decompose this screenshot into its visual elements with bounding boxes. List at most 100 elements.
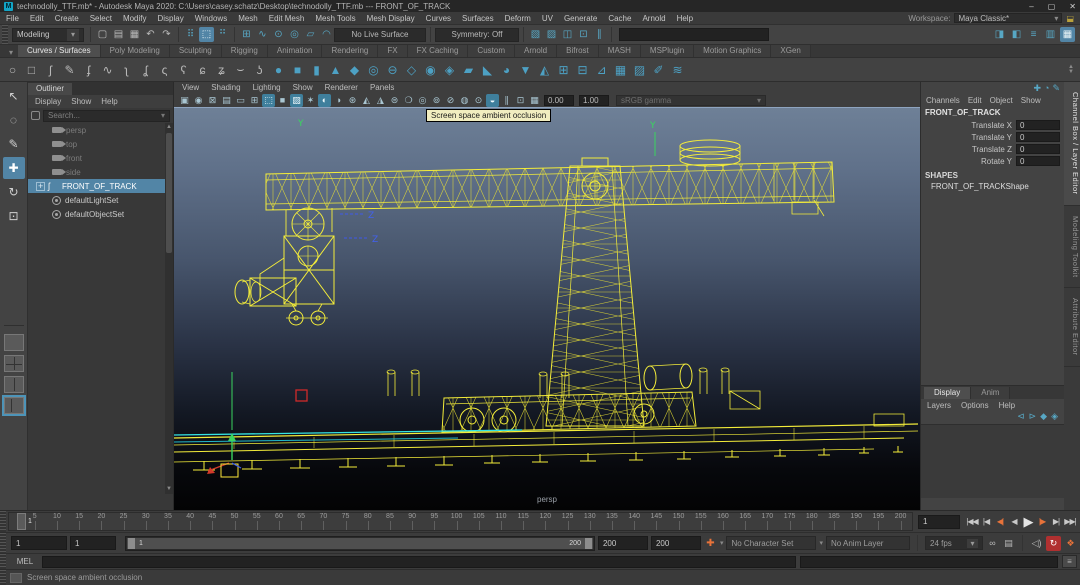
show-channel-box-icon[interactable]: ▦ (1060, 27, 1075, 42)
multisample-aa-icon[interactable]: ⊙ (472, 94, 485, 107)
shaded-icon[interactable]: ■ (276, 94, 289, 107)
range-end-handle[interactable] (585, 538, 592, 549)
gamma-icon[interactable]: ◍ (458, 94, 471, 107)
layers-menu-help[interactable]: Help (999, 401, 1015, 410)
attribute-value-field[interactable]: 0 (1016, 156, 1060, 166)
shelf-tab-rendering[interactable]: Rendering (322, 45, 378, 57)
fit-view-icon[interactable]: ▣ (178, 94, 191, 107)
untrim-icon[interactable]: ✐ (650, 61, 667, 79)
select-camera-icon[interactable]: ◉ (192, 94, 205, 107)
outliner-item-defaultobjectset[interactable]: defaultObjectSet (28, 207, 173, 221)
shelf-tab-curves-surfaces[interactable]: Curves / Surfaces (18, 45, 101, 57)
two-pane-layout[interactable] (4, 376, 24, 393)
auto-keyframe-icon[interactable]: ↻ (1046, 536, 1061, 551)
ep-curve-icon[interactable]: ʄ (80, 61, 97, 79)
show-manipulators-icon[interactable]: ✚ (1033, 83, 1041, 94)
bevel-plus-icon[interactable]: ▼ (517, 61, 534, 79)
viewport-renderer-icon[interactable]: ▦ (528, 94, 541, 107)
command-input[interactable] (42, 556, 796, 568)
pause-viewport-icon[interactable]: ∥ (592, 27, 607, 42)
menu-uv[interactable]: UV (542, 14, 553, 23)
set-key-icon[interactable]: ✚ (704, 538, 717, 549)
anim-layer-selector[interactable]: No Anim Layer (826, 536, 910, 550)
redo-icon[interactable]: ↷ (159, 27, 174, 42)
outliner-item-front[interactable]: front (28, 151, 173, 165)
playback-loop-icon[interactable]: ∞ (986, 538, 999, 548)
open-scene-icon[interactable]: ▤ (111, 27, 126, 42)
image-plane-icon[interactable]: ⊞ (248, 94, 261, 107)
symmetry-field[interactable]: Symmetry: Off (435, 28, 519, 42)
menu-deform[interactable]: Deform (505, 14, 531, 23)
open-render-view-icon[interactable]: ▧ (528, 27, 543, 42)
shelf-tab-animation[interactable]: Animation (268, 45, 323, 57)
fps-selector[interactable]: 24 fps ▾ (925, 536, 983, 550)
frame-ruler[interactable]: 1 51015202530354045505560657075808590951… (8, 512, 913, 531)
scrollbar-thumb[interactable] (166, 133, 172, 253)
menu-file[interactable]: File (6, 14, 19, 23)
range-bar[interactable]: 1 200 (125, 536, 595, 551)
menu-arnold[interactable]: Arnold (642, 14, 665, 23)
four-pane-layout[interactable] (4, 355, 24, 372)
gate-mask-icon[interactable]: ◭ (360, 94, 373, 107)
shelf-tab-xgen[interactable]: XGen (771, 45, 810, 57)
depth-of-field-icon[interactable]: ⊡ (514, 94, 527, 107)
screen-space-ambient-occlusion-icon[interactable]: ◒ (486, 94, 499, 107)
insert-knot-icon[interactable]: ʕ (175, 61, 192, 79)
show-layer-editor-icon[interactable]: ▥ (1043, 27, 1058, 42)
nurbs-circle-icon[interactable]: ○ (4, 61, 21, 79)
outliner-menu-display[interactable]: Display (35, 97, 61, 106)
close-button[interactable]: ✕ (1069, 2, 1076, 11)
nurbs-torus-icon[interactable]: ◎ (365, 61, 382, 79)
menu-create[interactable]: Create (55, 14, 79, 23)
panel-menu-show[interactable]: Show (293, 83, 313, 92)
pencil-curve-icon[interactable]: ✎ (61, 61, 78, 79)
clip-editor-icon[interactable]: ▤ (1002, 538, 1015, 549)
playback-start-field[interactable]: 1 (70, 536, 116, 550)
project-curve-icon[interactable]: ▦ (612, 61, 629, 79)
sidebar-tab-modeling-toolkit[interactable]: Modeling Toolkit (1064, 206, 1080, 289)
shelf-tab-arnold[interactable]: Arnold (515, 45, 557, 57)
select-tool-icon[interactable]: ↖ (3, 85, 25, 107)
menu-edit[interactable]: Edit (30, 14, 44, 23)
scroll-down-icon[interactable]: ▼ (165, 485, 173, 494)
menu-help[interactable]: Help (677, 14, 693, 23)
command-language-toggle[interactable]: MEL (12, 557, 38, 566)
shelf-tab-motion-graphics[interactable]: Motion Graphics (694, 45, 771, 57)
lock-camera-icon[interactable]: ⊠ (206, 94, 219, 107)
textured-icon[interactable]: ▨ (290, 94, 303, 107)
step-back-key-button[interactable]: ◀| (993, 514, 1007, 530)
view-transform-selector[interactable]: sRGB gamma ▾ (616, 95, 766, 106)
bezier-curve-icon[interactable]: ∿ (99, 61, 116, 79)
field-chart-icon[interactable]: ◑ (332, 94, 345, 107)
playback-end-field[interactable]: 200 (598, 536, 648, 550)
animation-end-field[interactable]: 200 (651, 536, 701, 550)
snap-to-projected-center-icon[interactable]: ◎ (287, 27, 302, 42)
snap-to-curves-icon[interactable]: ∿ (255, 27, 270, 42)
filter-icon[interactable] (31, 111, 40, 120)
current-frame-marker[interactable]: 1 (17, 513, 26, 530)
shelf-tab-sculpting[interactable]: Sculpting (170, 45, 222, 57)
planar-icon[interactable]: ◉ (422, 61, 439, 79)
attribute-value-field[interactable]: 0 (1016, 120, 1060, 130)
shelf-scroll-arrows[interactable]: ▲▼ (1068, 65, 1076, 75)
layer-from-selected-icon[interactable]: ◆ (1040, 411, 1047, 424)
workspace-selector[interactable]: Maya Classic* ▾ (954, 13, 1062, 23)
offset-curve-icon[interactable]: ʖ (251, 61, 268, 79)
layer-tab-anim[interactable]: Anim (971, 387, 1010, 399)
single-pane-layout[interactable] (4, 334, 24, 351)
play-backwards-button[interactable]: ◀ (1007, 514, 1021, 530)
snap-to-points-icon[interactable]: ⊙ (271, 27, 286, 42)
select-object-icon[interactable]: ⬚ (199, 27, 214, 42)
extrude-icon[interactable]: ◈ (441, 61, 458, 79)
outliner-item-defaultlightset[interactable]: defaultLightSet (28, 193, 173, 207)
attach-curves-icon[interactable]: ɕ (194, 61, 211, 79)
range-bar-inner[interactable]: 1 200 (127, 538, 593, 549)
play-forwards-button[interactable]: ▶ (1021, 514, 1035, 530)
menu-select[interactable]: Select (90, 14, 112, 23)
nurbs-sphere-icon[interactable]: ● (270, 61, 287, 79)
channels-menu-show[interactable]: Show (1021, 96, 1041, 105)
select-component-icon[interactable]: ⠛ (215, 27, 230, 42)
gamma-field[interactable]: 1.00 (579, 95, 609, 106)
nurbs-cube-icon[interactable]: ■ (289, 61, 306, 79)
shape-node-name[interactable]: FRONT_OF_TRACKShape (921, 181, 1064, 192)
